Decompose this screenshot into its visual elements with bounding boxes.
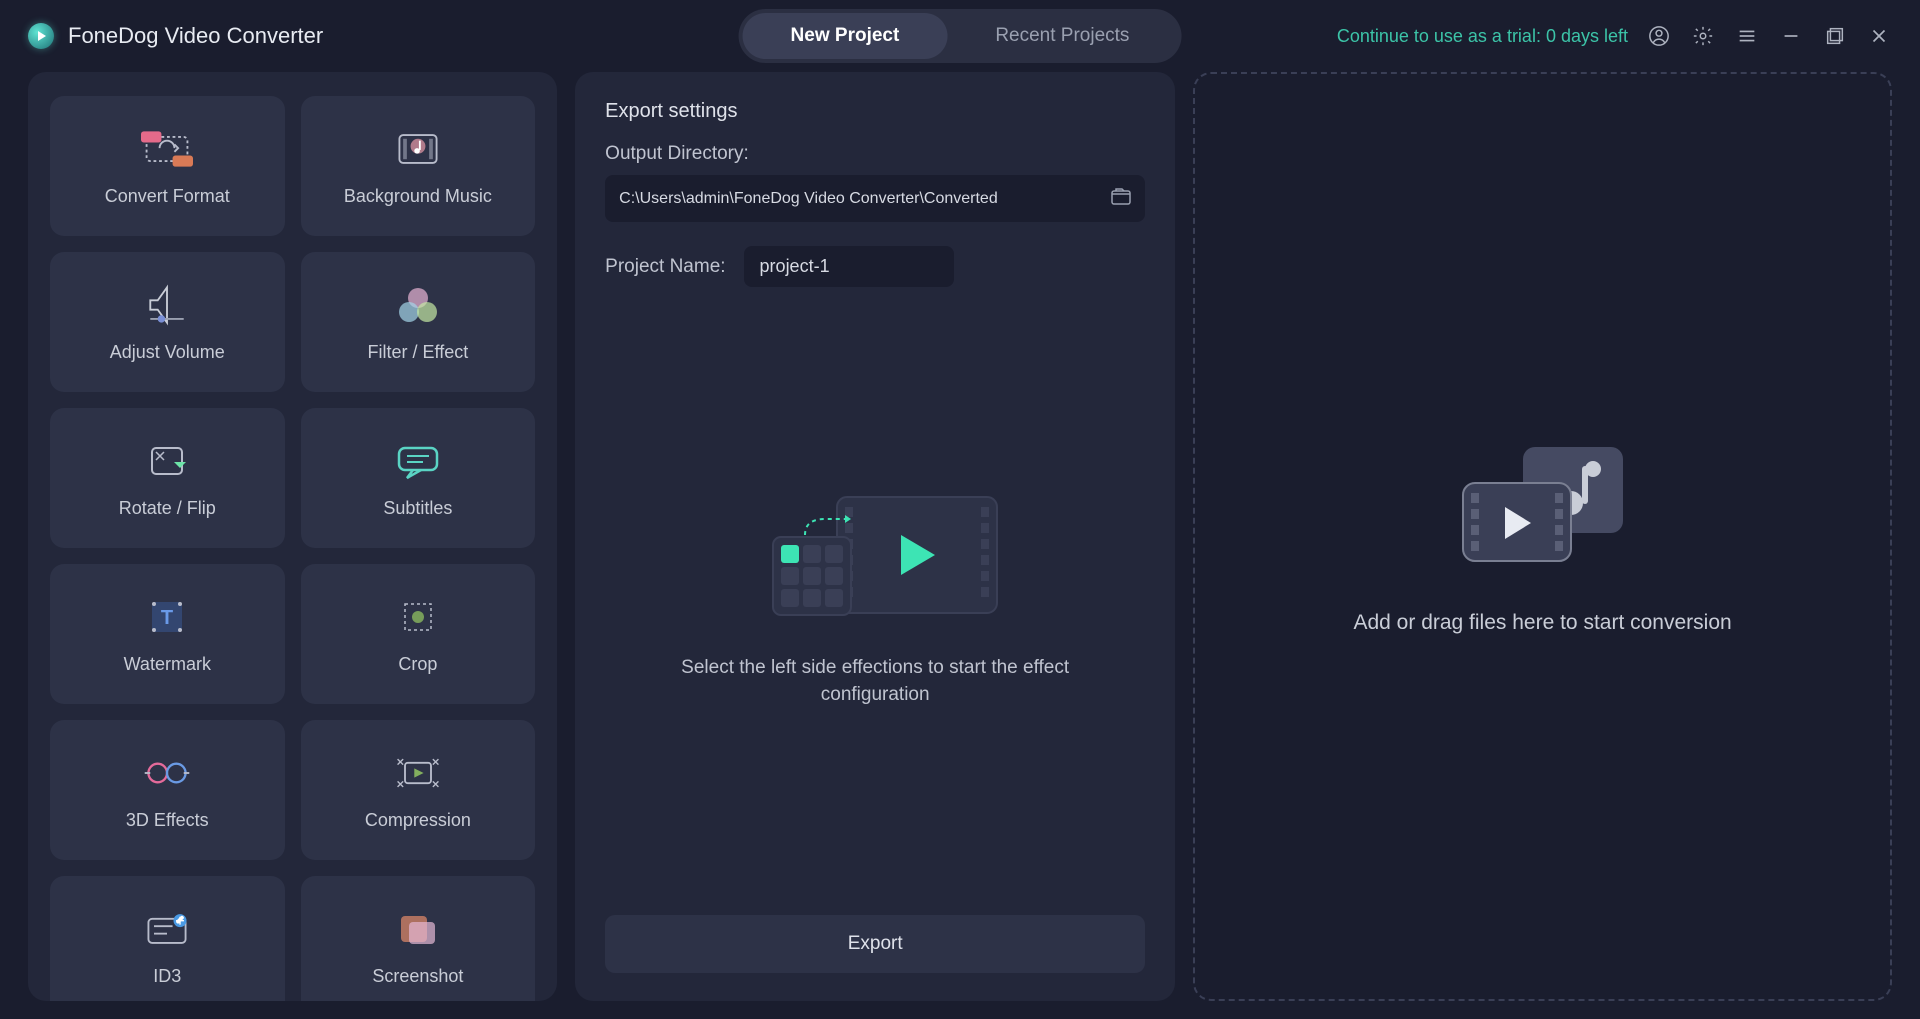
rotate-flip-icon (141, 438, 193, 484)
profile-icon[interactable] (1646, 23, 1672, 49)
tool-grid: Convert Format Background Music Adjust V… (50, 96, 535, 1001)
main-content: Convert Format Background Music Adjust V… (0, 72, 1920, 1019)
tool-label: Subtitles (383, 498, 452, 519)
adjust-volume-icon (141, 282, 193, 328)
minimize-icon[interactable] (1778, 23, 1804, 49)
tool-id3[interactable]: ID3 (50, 876, 285, 1001)
header-right: Continue to use as a trial: 0 days left (1337, 23, 1892, 49)
menu-icon[interactable] (1734, 23, 1760, 49)
export-button[interactable]: Export (605, 915, 1145, 973)
id3-icon (141, 906, 193, 952)
tool-label: Compression (365, 810, 471, 831)
tools-panel[interactable]: Convert Format Background Music Adjust V… (28, 72, 557, 1001)
project-name-label: Project Name: (605, 256, 725, 278)
background-music-icon (392, 126, 444, 172)
project-name-input[interactable] (744, 246, 954, 287)
export-settings-title: Export settings (605, 100, 1145, 123)
dropzone-text: Add or drag files here to start conversi… (1353, 611, 1731, 635)
tool-adjust-volume[interactable]: Adjust Volume (50, 252, 285, 392)
app-logo-icon (28, 23, 54, 49)
tool-convert-format[interactable]: Convert Format (50, 96, 285, 236)
filter-effect-icon (392, 282, 444, 328)
dropzone-icon (1453, 439, 1633, 569)
tool-background-music[interactable]: Background Music (301, 96, 536, 236)
output-directory-label: Output Directory: (605, 143, 1145, 165)
header-left: FoneDog Video Converter (28, 23, 323, 49)
tool-label: Adjust Volume (110, 342, 225, 363)
tool-compression[interactable]: Compression (301, 720, 536, 860)
effect-empty-state: Select the left side effections to start… (605, 287, 1145, 901)
project-name-row: Project Name: (605, 246, 1145, 287)
titlebar: FoneDog Video Converter New Project Rece… (0, 0, 1920, 72)
tab-new-project[interactable]: New Project (743, 13, 948, 59)
output-path-text: C:\Users\admin\FoneDog Video Converter\C… (619, 190, 998, 208)
tool-label: Rotate / Flip (119, 498, 216, 519)
svg-text:T: T (161, 607, 173, 629)
settings-icon[interactable] (1690, 23, 1716, 49)
crop-icon (392, 594, 444, 640)
tab-recent-projects[interactable]: Recent Projects (947, 13, 1177, 59)
tool-label: 3D Effects (126, 810, 209, 831)
output-directory-row: C:\Users\admin\FoneDog Video Converter\C… (605, 175, 1145, 222)
tool-label: Filter / Effect (368, 342, 469, 363)
tool-label: Watermark (124, 654, 211, 675)
tool-3d-effects[interactable]: 3D Effects (50, 720, 285, 860)
tool-subtitles[interactable]: Subtitles (301, 408, 536, 548)
effect-hint-text: Select the left side effections to start… (665, 655, 1085, 708)
app-title: FoneDog Video Converter (68, 23, 323, 49)
effect-placeholder-icon (745, 479, 1005, 629)
tool-crop[interactable]: Crop (301, 564, 536, 704)
output-directory-field[interactable]: C:\Users\admin\FoneDog Video Converter\C… (605, 175, 1145, 222)
3d-effects-icon (141, 750, 193, 796)
tool-watermark[interactable]: T Watermark (50, 564, 285, 704)
tool-filter-effect[interactable]: Filter / Effect (301, 252, 536, 392)
tool-label: Crop (398, 654, 437, 675)
watermark-icon: T (141, 594, 193, 640)
tool-label: Convert Format (105, 186, 230, 207)
tool-label: ID3 (153, 966, 181, 987)
convert-format-icon (141, 126, 193, 172)
subtitles-icon (392, 438, 444, 484)
tool-label: Screenshot (372, 966, 463, 987)
close-icon[interactable] (1866, 23, 1892, 49)
export-panel: Export settings Output Directory: C:\Use… (575, 72, 1175, 1001)
screenshot-icon (392, 906, 444, 952)
tool-label: Background Music (344, 186, 492, 207)
compression-icon (392, 750, 444, 796)
maximize-icon[interactable] (1822, 23, 1848, 49)
tool-rotate-flip[interactable]: Rotate / Flip (50, 408, 285, 548)
project-tabs: New Project Recent Projects (739, 9, 1182, 63)
browse-folder-icon[interactable] (1111, 187, 1131, 210)
file-dropzone[interactable]: Add or drag files here to start conversi… (1193, 72, 1892, 1001)
tool-screenshot[interactable]: Screenshot (301, 876, 536, 1001)
trial-status[interactable]: Continue to use as a trial: 0 days left (1337, 26, 1628, 47)
